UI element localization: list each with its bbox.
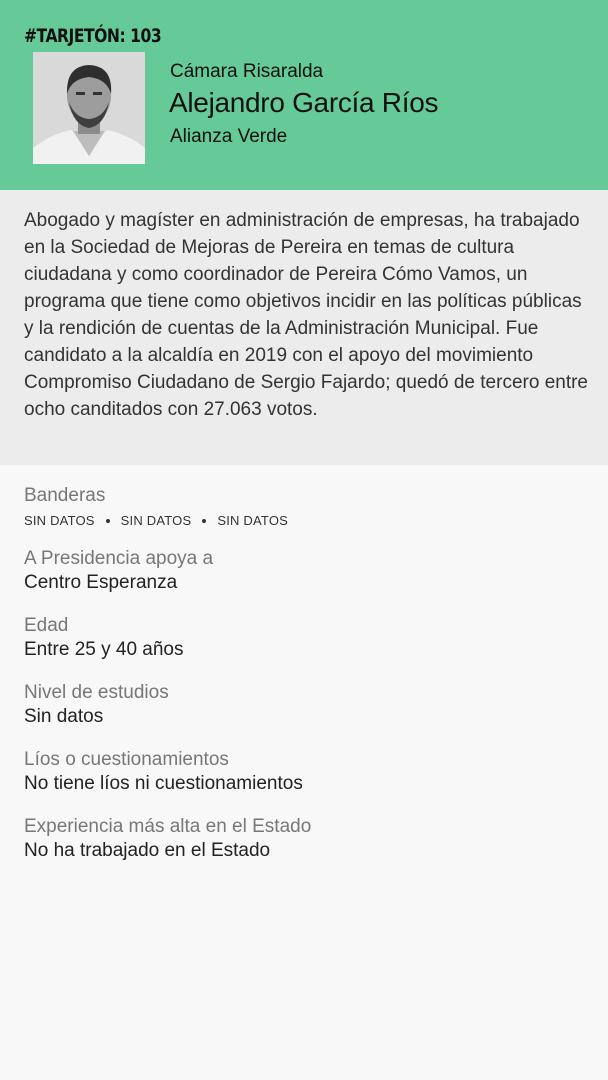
age-value: Entre 25 y 40 años (24, 639, 184, 660)
issues-value: No tiene líos ni cuestionamientos (24, 773, 303, 794)
candidate-details: Banderas SIN DATOS SIN DATOS SIN DATOS A… (24, 484, 584, 863)
education-value: Sin datos (24, 706, 104, 727)
candidate-header: #TARJETÓN: 103 Cámara Risaralda Alejandr… (0, 0, 608, 190)
candidate-photo (33, 52, 145, 164)
age-block: Edad Entre 25 y 40 años (24, 614, 584, 662)
issues-label: Líos o cuestionamientos (24, 749, 229, 770)
flags-list: SIN DATOS SIN DATOS SIN DATOS (24, 513, 584, 528)
ballot-number-tag: #TARJETÓN: 103 (24, 25, 162, 47)
experience-value: No ha trabajado en el Estado (24, 840, 271, 861)
flags-block: Banderas SIN DATOS SIN DATOS SIN DATOS (24, 484, 584, 528)
candidate-name: Alejandro García Ríos (169, 87, 439, 118)
presidency-value: Centro Esperanza (24, 572, 178, 593)
biography-section: Abogado y magíster en administración de … (0, 190, 608, 465)
experience-block: Experiencia más alta en el Estado No ha … (24, 815, 584, 863)
flag-item: SIN DATOS (24, 513, 95, 528)
education-label: Nivel de estudios (24, 682, 169, 703)
presidency-label: A Presidencia apoya a (24, 548, 214, 569)
age-label: Edad (24, 615, 69, 636)
party-name: Alianza Verde (170, 126, 288, 147)
presidency-block: A Presidencia apoya a Centro Esperanza (24, 547, 584, 595)
education-block: Nivel de estudios Sin datos (24, 681, 584, 729)
separator-dot (202, 518, 207, 523)
biography-text: Abogado y magíster en administración de … (24, 210, 588, 420)
separator-dot (105, 518, 110, 523)
chamber-label: Cámara Risaralda (170, 61, 324, 82)
flags-label: Banderas (24, 485, 106, 506)
flag-item: SIN DATOS (120, 513, 192, 528)
experience-label: Experiencia más alta en el Estado (24, 816, 312, 837)
flag-item: SIN DATOS (217, 513, 289, 528)
issues-block: Líos o cuestionamientos No tiene líos ni… (24, 748, 584, 796)
